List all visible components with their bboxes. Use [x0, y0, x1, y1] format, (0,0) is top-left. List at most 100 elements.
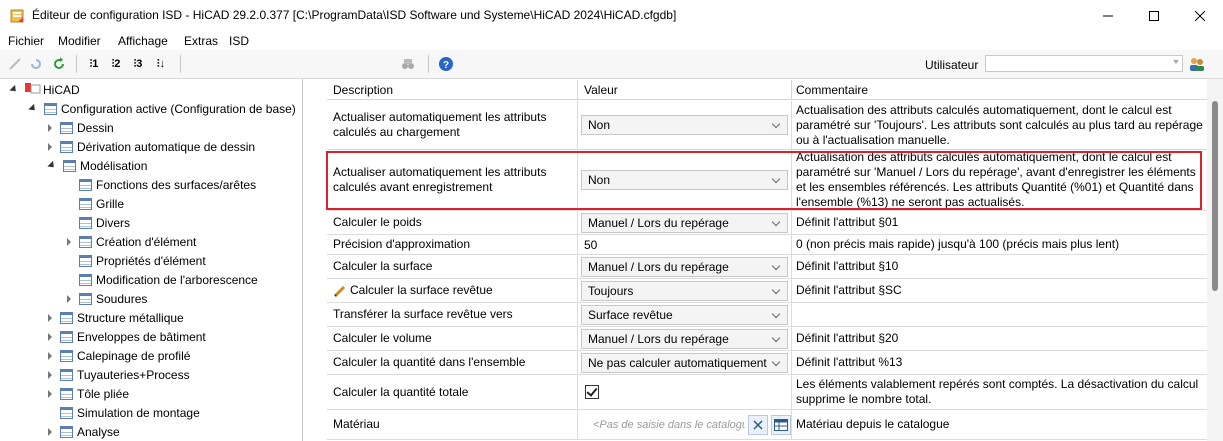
- edit-pencil-icon[interactable]: [7, 56, 23, 72]
- scrollbar-thumb[interactable]: [1212, 101, 1218, 291]
- tree-item-label: Dessin: [77, 120, 114, 135]
- grid-row[interactable]: Calculer le poids Manuel / Lors du repéra…: [327, 211, 1207, 235]
- tree-item[interactable]: Propriétés d'élément: [67, 251, 206, 270]
- tree-item[interactable]: Calepinage de profilé: [48, 346, 190, 365]
- grid-row[interactable]: Précision d'approximation 50 0 (non précis…: [327, 235, 1207, 255]
- collapse-arrow-icon[interactable]: [48, 123, 52, 132]
- value-dropdown[interactable]: Non: [581, 115, 788, 135]
- menu-extras[interactable]: Extras: [184, 34, 218, 48]
- tree-item[interactable]: Modélisation: [47, 156, 147, 175]
- collapse-arrow-icon[interactable]: [48, 351, 52, 360]
- vertical-scrollbar[interactable]: [1207, 79, 1223, 441]
- tree-item-label: Grille: [96, 196, 125, 211]
- maximize-button[interactable]: [1131, 0, 1177, 32]
- level-1-icon[interactable]: ⫶1: [86, 56, 102, 72]
- collapse-arrow-icon[interactable]: [48, 427, 52, 436]
- chevron-down-icon: [771, 119, 781, 129]
- row-comment: Définit l'attribut §10: [796, 259, 899, 273]
- menu-modifier[interactable]: Modifier: [58, 34, 101, 48]
- refresh-icon[interactable]: [51, 56, 67, 72]
- table-icon: [60, 406, 73, 419]
- collapse-arrow-icon[interactable]: [67, 237, 71, 246]
- tree-item[interactable]: Dérivation automatique de dessin: [48, 137, 255, 156]
- row-comment: Les éléments valablement repérés sont co…: [796, 377, 1199, 406]
- collapse-arrow-icon[interactable]: [48, 370, 52, 379]
- level-3-icon[interactable]: ⫶3: [130, 56, 146, 72]
- property-grid: Description Valeur Commentaire Actualise…: [303, 79, 1207, 441]
- tree-item[interactable]: Fonctions des surfaces/arêtes: [67, 175, 256, 194]
- catalog-button[interactable]: [771, 414, 791, 435]
- tree-item[interactable]: Tôle pliée: [48, 384, 129, 403]
- collapse-arrow-icon[interactable]: [48, 389, 52, 398]
- users-icon[interactable]: [1189, 56, 1205, 72]
- catalog-input[interactable]: <Pas de saisie dans le catalogue>: [581, 419, 745, 431]
- grid-row[interactable]: Calculer la surface revêtue Toujours Défin…: [327, 279, 1207, 303]
- menu-fichier[interactable]: Fichier: [8, 34, 44, 48]
- table-icon: [79, 197, 92, 210]
- column-header-description[interactable]: Description: [327, 80, 578, 100]
- grid-row[interactable]: Actualiser automatiquement les attributs…: [327, 101, 1207, 150]
- grid-row[interactable]: Transférer la surface revêtue vers Surfac…: [327, 303, 1207, 327]
- column-header-comment[interactable]: Commentaire: [792, 80, 1207, 100]
- grid-row[interactable]: Calculer le volume Manuel / Lors du repér…: [327, 327, 1207, 351]
- tree-item-label: Création d'élément: [96, 234, 197, 249]
- close-button[interactable]: [1177, 0, 1223, 32]
- tree-item-label: Soudures: [96, 291, 148, 306]
- tree-item-label: Propriétés d'élément: [96, 253, 206, 268]
- grid-row[interactable]: Calculer la surface Manuel / Lors du repé…: [327, 255, 1207, 279]
- clear-button[interactable]: [748, 414, 768, 435]
- value-dropdown-text: Manuel / Lors du repérage: [588, 331, 729, 346]
- grid-row[interactable]: Actualiser automatiquement les attributs…: [327, 150, 1207, 211]
- tree-item[interactable]: Dessin: [48, 118, 114, 137]
- undo-icon[interactable]: [28, 56, 44, 72]
- sort-tree-icon[interactable]: ⫶↓: [153, 56, 169, 72]
- tree-item[interactable]: Modification de l'arborescence: [67, 270, 258, 289]
- tree-item[interactable]: Création d'élément: [67, 232, 196, 251]
- value-dropdown[interactable]: Ne pas calculer automatiquement: [581, 352, 788, 373]
- expand-arrow-icon[interactable]: [28, 103, 38, 114]
- row-comment: Définit l'attribut §SC: [796, 283, 902, 297]
- tree-item[interactable]: Soudures: [67, 289, 147, 308]
- tree-item[interactable]: Tuyauteries+Process: [48, 365, 190, 384]
- row-value: Ne pas calculer automatiquement: [578, 351, 792, 374]
- tree-item[interactable]: Enveloppes de bâtiment: [48, 327, 206, 346]
- minimize-button[interactable]: [1085, 0, 1131, 32]
- tree-item[interactable]: Simulation de montage: [48, 403, 200, 422]
- help-icon[interactable]: ?: [438, 56, 454, 72]
- value-dropdown[interactable]: Non: [581, 170, 788, 190]
- tree-item[interactable]: Structure métallique: [48, 308, 184, 327]
- chevron-down-icon: [1173, 60, 1179, 64]
- tree-item[interactable]: Grille: [67, 194, 124, 213]
- collapse-arrow-icon[interactable]: [48, 142, 52, 151]
- table-icon: [63, 159, 76, 172]
- tree-item[interactable]: HiCAD: [9, 80, 80, 99]
- column-header-value[interactable]: Valeur: [578, 80, 792, 100]
- collapse-arrow-icon[interactable]: [67, 294, 71, 303]
- menu-isd[interactable]: ISD: [229, 34, 249, 48]
- level-2-icon[interactable]: ⫶2: [108, 56, 124, 72]
- tree-item[interactable]: Analyse: [48, 422, 120, 441]
- value-dropdown[interactable]: Toujours: [581, 280, 788, 301]
- expand-arrow-icon[interactable]: [9, 84, 19, 95]
- value-dropdown[interactable]: Manuel / Lors du repérage: [581, 256, 788, 277]
- value-dropdown[interactable]: Manuel / Lors du repérage: [581, 328, 788, 349]
- binoculars-icon[interactable]: [400, 56, 416, 72]
- tree-item-label: Configuration active (Configuration de b…: [61, 101, 296, 116]
- collapse-arrow-icon[interactable]: [48, 313, 52, 322]
- tree-item[interactable]: Configuration active (Configuration de b…: [28, 99, 296, 118]
- grid-row[interactable]: Calculer la quantité totale Les éléments …: [327, 375, 1207, 410]
- value-checkbox[interactable]: [585, 385, 599, 399]
- user-combobox[interactable]: [985, 55, 1183, 72]
- value-dropdown[interactable]: Manuel / Lors du repérage: [581, 212, 788, 233]
- expand-arrow-icon[interactable]: [47, 160, 57, 171]
- row-description: Calculer le volume: [327, 327, 578, 350]
- grid-row[interactable]: Calculer la quantité dans l'ensemble Ne p…: [327, 351, 1207, 375]
- tree-item-label: Tuyauteries+Process: [77, 367, 190, 382]
- grid-row[interactable]: Matériau <Pas de saisie dans le catalogue…: [327, 410, 1207, 440]
- tree-item[interactable]: Divers: [67, 213, 130, 232]
- collapse-arrow-icon[interactable]: [48, 332, 52, 341]
- row-comment: Définit l'attribut §01: [796, 215, 899, 229]
- value-dropdown[interactable]: Surface revêtue: [581, 304, 788, 325]
- menu-affichage[interactable]: Affichage: [118, 34, 168, 48]
- value-text-field[interactable]: 50: [581, 238, 597, 252]
